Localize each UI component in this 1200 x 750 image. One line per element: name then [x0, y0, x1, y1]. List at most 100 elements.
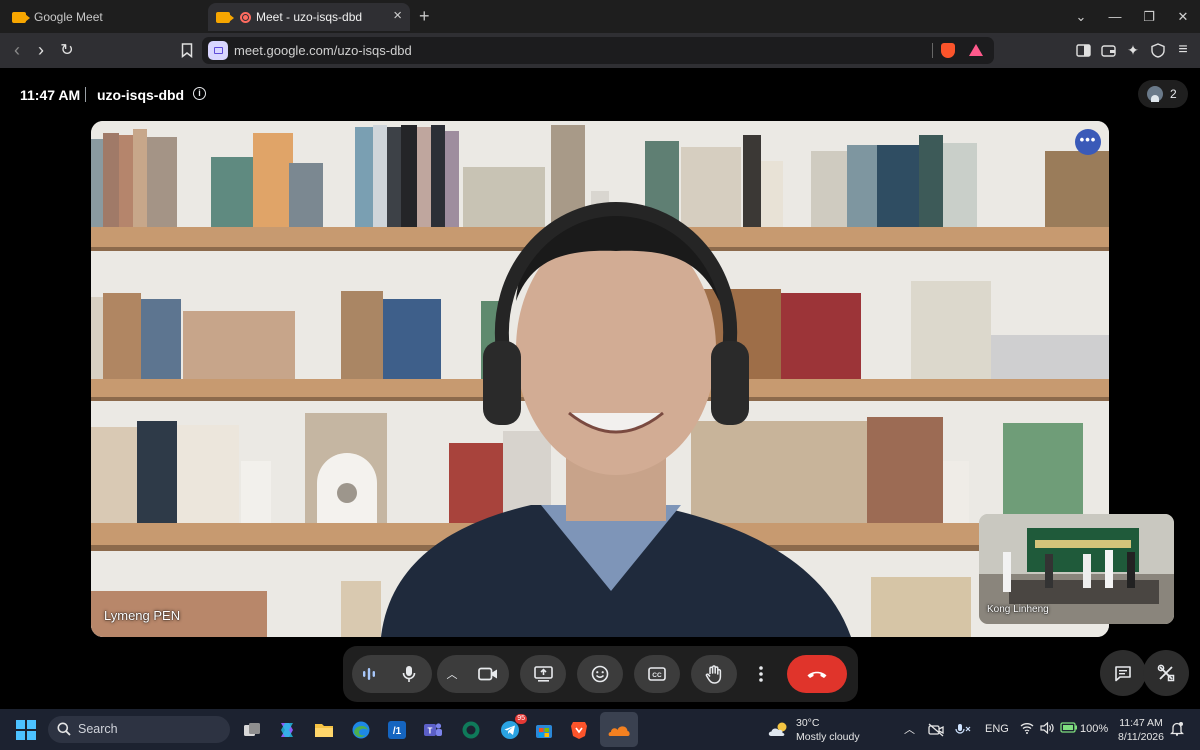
svg-text:/1: /1: [393, 726, 402, 737]
brave-browser-icon[interactable]: [566, 717, 592, 743]
clock-date[interactable]: 8/11/2026: [1115, 731, 1167, 743]
recording-icon: [240, 11, 251, 23]
url-text[interactable]: meet.google.com/uzo-isqs-dbd: [234, 43, 412, 58]
vscode-icon[interactable]: /1: [384, 717, 410, 743]
microphone-in-use-icon[interactable]: [955, 723, 971, 740]
notification-badge: 95: [515, 714, 527, 724]
wifi-icon[interactable]: [1020, 722, 1034, 737]
chat-button[interactable]: [1100, 650, 1146, 696]
file-explorer-icon[interactable]: [311, 717, 337, 743]
bookmark-icon: [181, 42, 193, 58]
volume-icon[interactable]: [1040, 721, 1054, 737]
task-view-icon[interactable]: [239, 717, 265, 743]
activities-icon: [1157, 664, 1175, 682]
weather-temperature[interactable]: 30°C: [796, 717, 819, 729]
taskbar-search[interactable]: Search: [48, 716, 230, 743]
hand-icon: [705, 664, 722, 684]
svg-text:T: T: [428, 727, 433, 736]
restore-button[interactable]: ❐: [1132, 0, 1166, 33]
brave-shields-icon[interactable]: [941, 43, 955, 58]
emoji-icon: [591, 665, 609, 683]
battery-icon[interactable]: [1060, 722, 1078, 736]
menu-icon[interactable]: ≡: [1174, 41, 1192, 59]
close-tab-icon[interactable]: ×: [393, 8, 402, 24]
edge-icon[interactable]: [348, 717, 374, 743]
telegram-icon[interactable]: 95: [497, 714, 527, 743]
microphone-button[interactable]: [386, 655, 432, 693]
site-info-icon[interactable]: [208, 41, 228, 60]
forward-button[interactable]: ›: [30, 39, 52, 61]
notifications-bell-icon[interactable]: [1169, 721, 1185, 739]
self-view-tile[interactable]: Kong Linheng: [979, 514, 1174, 624]
camera-group: ︿: [437, 655, 509, 693]
sidebar-icon[interactable]: [1074, 41, 1092, 59]
participants-button[interactable]: 2: [1138, 80, 1188, 108]
wallet-icon[interactable]: [1099, 41, 1117, 59]
battery-percentage[interactable]: 100%: [1080, 723, 1108, 735]
search-icon: [57, 722, 71, 736]
svg-text:CC: CC: [652, 672, 662, 679]
search-label: Search: [78, 722, 118, 736]
participant-name: Lymeng PEN: [104, 608, 181, 623]
tab-label: Meet - uzo-isqs-dbd: [256, 10, 363, 24]
microphone-icon: [402, 666, 416, 682]
camera-options-chevron-icon[interactable]: ︿: [437, 655, 467, 693]
google-meet-icon: [12, 11, 30, 23]
activities-button[interactable]: [1143, 650, 1189, 696]
microsoft-store-icon[interactable]: [531, 717, 557, 743]
call-controls: ︿ CC: [343, 646, 858, 702]
avatar: [1147, 86, 1163, 102]
browser-tab-strip: Google Meet Meet - uzo-isqs-dbd × + ⌄ — …: [0, 0, 1200, 33]
brave-rewards-icon[interactable]: [969, 44, 983, 56]
divider: [932, 43, 933, 58]
leave-call-button[interactable]: [787, 655, 847, 693]
info-icon[interactable]: i: [193, 87, 206, 100]
taskbar: Search /1 T 95 30°C Mostly cloudy ︿ ENG …: [0, 709, 1200, 750]
more-vert-icon: [759, 666, 763, 682]
new-tab-button[interactable]: +: [419, 6, 430, 26]
meet-header: 11:47 AM uzo-isqs-dbd i 2: [0, 68, 1200, 120]
show-hidden-icons-chevron-icon[interactable]: ︿: [904, 721, 915, 737]
captions-button[interactable]: CC: [634, 655, 680, 693]
minimize-button[interactable]: —: [1098, 0, 1132, 33]
browser-app-icon[interactable]: [458, 717, 484, 743]
weather-icon[interactable]: [766, 716, 792, 742]
present-screen-button[interactable]: [520, 655, 566, 693]
chat-icon: [1115, 665, 1131, 681]
copilot-icon[interactable]: [274, 717, 300, 743]
divider: [85, 87, 86, 102]
tab-label: Google Meet: [34, 10, 103, 24]
windows-start-icon[interactable]: [16, 720, 36, 740]
tab-meet-call[interactable]: Meet - uzo-isqs-dbd ×: [208, 3, 410, 31]
back-button[interactable]: ‹: [6, 39, 28, 61]
participant-count: 2: [1170, 87, 1177, 101]
cloudflare-icon[interactable]: [606, 717, 632, 743]
reload-button[interactable]: ↻: [56, 39, 78, 61]
camera-button[interactable]: [467, 655, 509, 693]
video-feed: [91, 121, 1109, 637]
meeting-time: 11:47 AM: [20, 87, 81, 103]
input-language[interactable]: ENG: [985, 723, 1009, 735]
weather-description[interactable]: Mostly cloudy: [796, 731, 860, 743]
tab-search-chevron-icon[interactable]: ⌄: [1064, 0, 1098, 33]
leo-ai-icon[interactable]: ✦: [1124, 41, 1142, 59]
more-options-button[interactable]: [746, 655, 776, 693]
google-meet-icon: [216, 11, 234, 23]
browser-toolbar: ‹ › ↻ meet.google.com/uzo-isqs-dbd ✦ ≡: [0, 33, 1200, 68]
window-controls: ⌄ — ❐ ✕: [1064, 0, 1200, 33]
meeting-code: uzo-isqs-dbd: [97, 87, 185, 103]
more-options-icon[interactable]: •••: [1075, 129, 1101, 155]
teams-icon[interactable]: T: [420, 717, 446, 743]
bookmark-button[interactable]: [176, 39, 198, 61]
clock-time[interactable]: 11:47 AM: [1115, 717, 1167, 729]
sound-levels-icon: [352, 655, 386, 693]
main-video-tile[interactable]: ••• Lymeng PEN: [91, 121, 1109, 637]
close-window-button[interactable]: ✕: [1166, 0, 1200, 33]
reactions-button[interactable]: [577, 655, 623, 693]
self-participant-name: Kong Linheng: [987, 604, 1049, 615]
raise-hand-button[interactable]: [691, 655, 737, 693]
camera-off-icon[interactable]: [928, 723, 944, 740]
vpn-icon[interactable]: [1149, 41, 1167, 59]
tab-google-meet[interactable]: Google Meet: [6, 3, 202, 31]
address-bar[interactable]: meet.google.com/uzo-isqs-dbd: [202, 37, 994, 64]
